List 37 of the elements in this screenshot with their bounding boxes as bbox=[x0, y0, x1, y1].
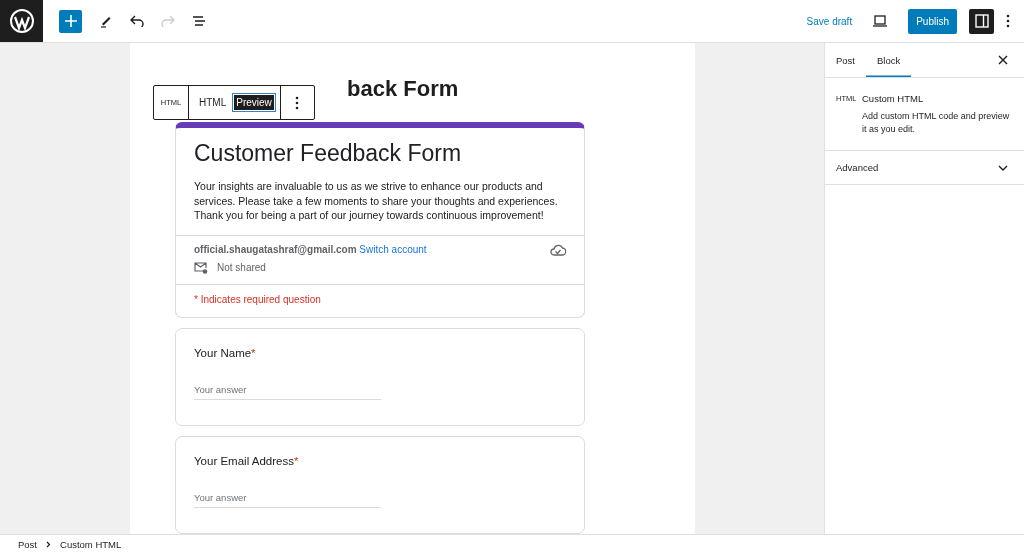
advanced-panel-toggle[interactable]: Advanced bbox=[825, 151, 1024, 185]
wordpress-logo-icon bbox=[9, 9, 34, 33]
form-title: Customer Feedback Form bbox=[194, 140, 463, 167]
more-options-icon[interactable] bbox=[295, 95, 300, 110]
publish-button[interactable]: Publish bbox=[908, 8, 957, 34]
post-title[interactable]: back Form bbox=[347, 76, 695, 102]
switch-account-link[interactable]: Switch account bbox=[359, 244, 427, 255]
mail-icon bbox=[194, 261, 208, 274]
save-draft-button[interactable]: Save draft bbox=[806, 15, 853, 27]
breadcrumb-link[interactable]: Custom HTML bbox=[60, 538, 122, 550]
close-icon[interactable] bbox=[998, 55, 1008, 65]
list-view-icon[interactable] bbox=[192, 15, 206, 27]
settings-toggle-button[interactable] bbox=[969, 8, 994, 34]
mode-tab[interactable]: HTML bbox=[197, 95, 229, 110]
sidebar-tab[interactable]: Post bbox=[836, 43, 866, 77]
sidebar-tab[interactable]: Block bbox=[866, 43, 912, 77]
account-email: official.shaugatashraf@gmail.com bbox=[194, 244, 357, 255]
wordpress-logo[interactable] bbox=[0, 0, 43, 42]
laptop-icon[interactable] bbox=[872, 15, 889, 27]
sidebar-icon bbox=[974, 14, 989, 28]
add-block-button[interactable] bbox=[59, 9, 82, 33]
question-label: Your Email Address* bbox=[194, 454, 300, 467]
plus-icon bbox=[63, 14, 78, 28]
form-description: Your insights are invaluable to us as we strive to enhance our products and services. Please take a few moments to share your thoughts and experiences. Thank you for being a part of our journey towards continuous improvement! bbox=[194, 179, 559, 223]
mode-tab[interactable]: Preview bbox=[234, 95, 274, 110]
block-description: Add custom HTML code and preview it as you edit. bbox=[862, 110, 1011, 136]
not-shared-label: Not shared bbox=[217, 262, 266, 273]
breadcrumb-link[interactable]: Post bbox=[18, 538, 37, 550]
pencil-icon[interactable] bbox=[99, 14, 113, 28]
more-options-icon[interactable] bbox=[1006, 14, 1010, 28]
undo-icon[interactable] bbox=[130, 15, 144, 27]
cloud-check-icon bbox=[550, 243, 566, 256]
chevron-right-icon bbox=[46, 540, 51, 548]
question-label: Your Name* bbox=[194, 346, 257, 359]
chevron-icon bbox=[998, 164, 1008, 171]
block-name: Custom HTML bbox=[862, 93, 925, 104]
required-note: * Indicates required question bbox=[194, 293, 321, 305]
